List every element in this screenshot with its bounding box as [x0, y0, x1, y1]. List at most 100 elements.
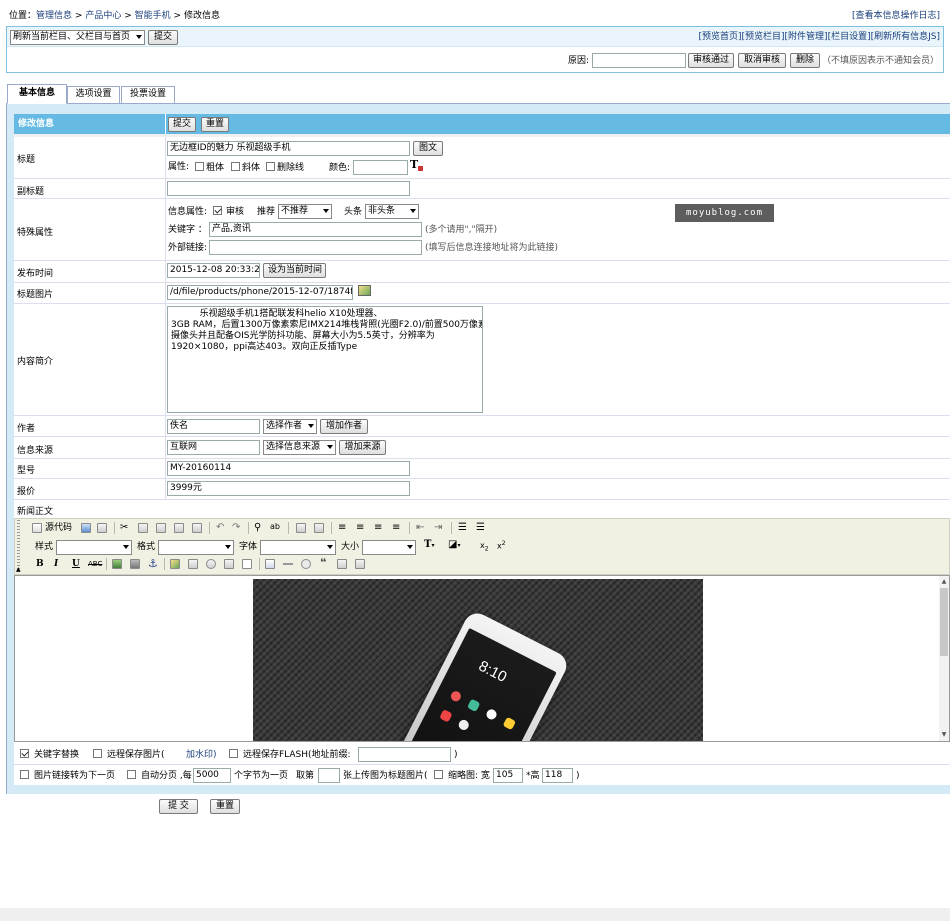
text-color-icon[interactable]: T▾ [424, 539, 434, 550]
superscript-icon[interactable]: x2 [497, 540, 506, 551]
source-input[interactable]: 互联网 [167, 440, 260, 455]
align-left-icon[interactable]: ≡ [338, 522, 346, 533]
strike-checkbox[interactable] [266, 162, 275, 171]
unlink-icon[interactable] [130, 559, 140, 569]
new-page-icon[interactable] [81, 523, 91, 533]
template-icon[interactable] [242, 559, 252, 569]
media-icon[interactable] [206, 559, 216, 569]
paste-word-icon[interactable] [192, 523, 202, 533]
bottom-submit-button[interactable]: 提 交 [159, 799, 198, 814]
flash-prefix-input[interactable] [358, 747, 451, 762]
undo-icon[interactable]: ↶ [216, 522, 224, 533]
size-select[interactable] [362, 540, 416, 555]
thumb-height-input[interactable]: 118 [542, 768, 573, 783]
format-select[interactable] [158, 540, 234, 555]
editor-scrollbar[interactable]: ▲ ▼ [939, 576, 949, 741]
bottom-reset-button[interactable]: 重置 [210, 799, 240, 814]
cancel-audit-button[interactable]: 取消审核 [738, 53, 786, 68]
model-input[interactable]: MY-20160114 [167, 461, 410, 476]
table-icon[interactable] [265, 559, 275, 569]
style-select[interactable] [56, 540, 132, 555]
view-log-link[interactable]: [查看本信息操作日志] [852, 11, 940, 22]
watermark-link[interactable]: 加水印) [186, 750, 217, 761]
copy-icon[interactable] [138, 523, 148, 533]
tab-basic[interactable]: 基本信息 [7, 84, 67, 104]
collapse-toolbar-icon[interactable]: ▲ [16, 566, 21, 573]
delete-button[interactable]: 删除 [790, 53, 820, 68]
blockquote-icon[interactable]: ❝ [320, 556, 326, 569]
remote-flash-checkbox[interactable] [229, 749, 238, 758]
thumbnail-checkbox[interactable] [434, 770, 443, 779]
author-input[interactable]: 佚名 [167, 419, 260, 434]
image-browse-icon[interactable] [358, 285, 371, 296]
img-link-next-checkbox[interactable] [20, 770, 29, 779]
indent-icon[interactable]: ⇥ [434, 522, 442, 533]
editor-content[interactable]: 8:10 ▲ ▼ [14, 575, 950, 742]
font-select[interactable] [260, 540, 336, 555]
ordered-list-icon[interactable]: ☰ [458, 522, 467, 533]
special-char-icon[interactable] [355, 559, 365, 569]
add-source-button[interactable]: 增加来源 [339, 440, 386, 455]
anchor-icon[interactable]: ⚓ [148, 557, 158, 570]
bg-color-icon[interactable]: ◪▾ [448, 539, 460, 550]
recommend-select[interactable]: 不推荐 [278, 204, 332, 219]
source-code-button[interactable]: 源代码 [45, 523, 72, 534]
author-select[interactable]: 选择作者 [263, 419, 317, 434]
preview-icon[interactable] [97, 523, 107, 533]
paste-text-icon[interactable] [174, 523, 184, 533]
replace-icon[interactable]: ab [270, 522, 280, 531]
outdent-icon[interactable]: ⇤ [416, 522, 424, 533]
refresh-js-link[interactable]: [刷新所有信息JS] [871, 32, 940, 42]
column-settings-link[interactable]: [栏目设置] [828, 32, 871, 42]
preview-home-link[interactable]: [预览首页] [698, 32, 741, 42]
find-icon[interactable]: ⚲ [254, 522, 261, 533]
set-current-time-button[interactable]: 设为当前时间 [263, 263, 326, 278]
breadcrumb-item[interactable]: 智能手机 [135, 11, 171, 21]
auto-page-checkbox[interactable] [127, 770, 136, 779]
subscript-icon[interactable]: x2 [480, 541, 489, 553]
bold-icon[interactable]: B [36, 559, 44, 569]
select-all-icon[interactable] [296, 523, 306, 533]
strikethrough-icon[interactable]: ABC [88, 560, 102, 568]
add-author-button[interactable]: 增加作者 [320, 419, 368, 434]
align-center-icon[interactable]: ≡ [356, 522, 364, 533]
tab-options[interactable]: 选项设置 [67, 86, 120, 104]
preview-column-link[interactable]: [预览栏目] [742, 32, 785, 42]
italic-checkbox[interactable] [231, 162, 240, 171]
header-submit-button[interactable]: 提交 [168, 117, 196, 132]
flash-icon[interactable] [188, 559, 198, 569]
thumb-width-input[interactable]: 105 [493, 768, 523, 783]
approve-button[interactable]: 审核通过 [688, 53, 734, 68]
unordered-list-icon[interactable]: ☰ [476, 522, 485, 533]
publish-time-input[interactable]: 2015-12-08 20:33:22 [167, 263, 260, 278]
hr-icon[interactable] [283, 563, 293, 565]
attachment-link[interactable]: [附件管理] [785, 32, 828, 42]
title-pic-input[interactable]: /d/file/products/phone/2015-12-07/1874fd… [167, 285, 353, 300]
headline-select[interactable]: 非头条 [365, 204, 419, 219]
remote-save-checkbox[interactable] [93, 749, 102, 758]
pagebreak-icon[interactable] [337, 559, 347, 569]
image-text-button[interactable]: 图文 [413, 141, 443, 156]
keyword-replace-checkbox[interactable] [20, 749, 29, 758]
tab-vote[interactable]: 投票设置 [121, 86, 175, 104]
underline-icon[interactable]: U [72, 559, 80, 569]
italic-icon[interactable]: I [54, 559, 58, 569]
breadcrumb-item[interactable]: 产品中心 [85, 11, 121, 21]
refresh-submit-button[interactable]: 提交 [148, 30, 178, 45]
image-icon[interactable] [170, 559, 180, 569]
external-link-input[interactable] [209, 240, 422, 255]
smiley-icon[interactable] [301, 559, 311, 569]
paste-icon[interactable] [156, 523, 166, 533]
keywords-input[interactable]: 产品,资讯 [209, 222, 422, 237]
header-reset-button[interactable]: 重置 [201, 117, 229, 132]
page-chars-input[interactable]: 5000 [193, 768, 231, 783]
source-select[interactable]: 选择信息来源 [263, 440, 336, 455]
audit-checkbox[interactable] [213, 206, 222, 215]
cut-icon[interactable]: ✂ [120, 522, 128, 533]
redo-icon[interactable]: ↷ [232, 522, 240, 533]
reason-input[interactable] [592, 53, 686, 68]
align-right-icon[interactable]: ≡ [374, 522, 382, 533]
bold-checkbox[interactable] [195, 162, 204, 171]
summary-textarea[interactable]: 乐视超级手机1搭配联发科helio X10处理器、 3GB RAM，后置1300… [167, 306, 483, 413]
remove-format-icon[interactable] [314, 523, 324, 533]
